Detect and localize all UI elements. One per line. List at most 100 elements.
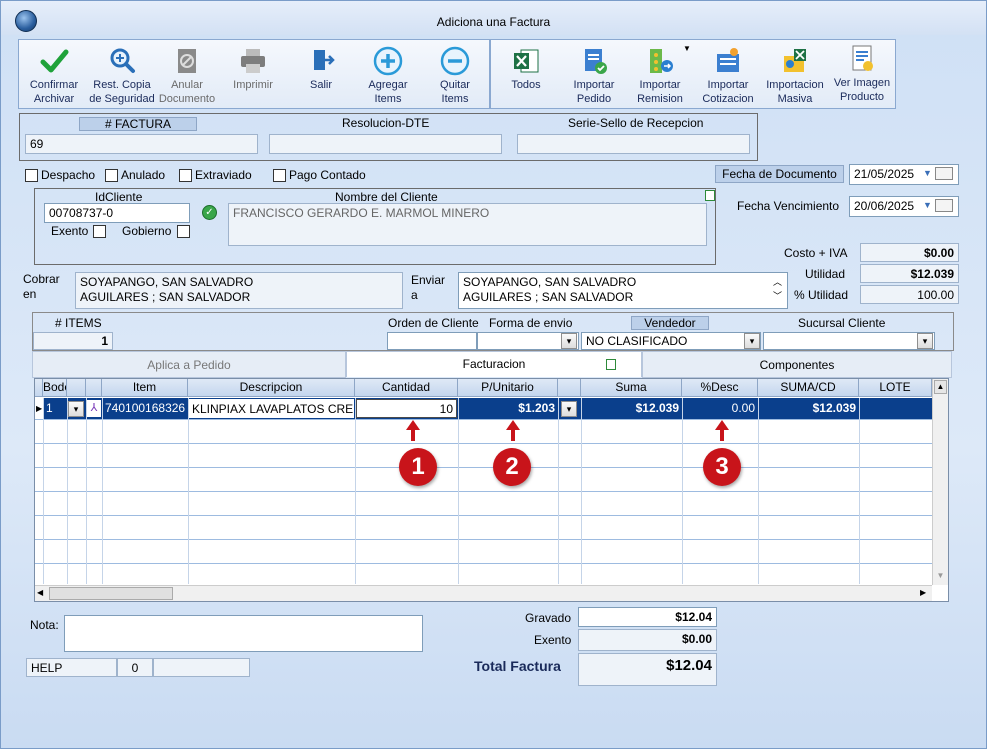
- import-order-button[interactable]: Importar Pedido: [561, 46, 627, 106]
- grid-line: [558, 398, 559, 584]
- grid-horizontal-scrollbar[interactable]: ◀ ▶: [35, 585, 932, 601]
- fecha-vencimiento-label: Fecha Vencimiento: [737, 199, 840, 213]
- extraviado-checkbox[interactable]: [179, 169, 192, 182]
- fecha-documento-label: Fecha de Documento: [715, 165, 844, 183]
- anulado-checkbox[interactable]: [105, 169, 118, 182]
- tab-componentes[interactable]: Componentes: [642, 351, 952, 378]
- despacho-checkbox[interactable]: [25, 169, 38, 182]
- confirm-archive-button[interactable]: Confirmar Archivar: [23, 46, 85, 106]
- cell-descripcion[interactable]: KLINPIAX LAVAPLATOS CREI: [188, 398, 355, 419]
- resolucion-field[interactable]: [269, 134, 502, 154]
- sucursal-select[interactable]: [763, 332, 935, 350]
- client-note-icon[interactable]: [705, 190, 715, 201]
- orden-cliente-field[interactable]: [387, 332, 477, 350]
- idcliente-field[interactable]: 00708737-0: [44, 203, 190, 223]
- cell-cantidad[interactable]: 10: [356, 399, 457, 418]
- horizontal-scroll-thumb[interactable]: [49, 587, 173, 600]
- fecha-documento-dropdown-icon[interactable]: ▼: [923, 168, 932, 178]
- nota-field[interactable]: [64, 615, 423, 652]
- orden-cliente-label: Orden de Cliente: [388, 316, 479, 330]
- tab-facturacion[interactable]: Facturacion: [346, 351, 642, 377]
- cell-lote[interactable]: [859, 398, 932, 419]
- cell-punitario[interactable]: $1.203: [458, 398, 558, 419]
- cell-desc[interactable]: 0.00: [682, 398, 758, 419]
- validate-client-icon[interactable]: ✓: [202, 205, 217, 220]
- remove-items-button[interactable]: Quitar Items: [425, 46, 485, 106]
- enviar-scroll-icon[interactable]: ︿ ﹀: [773, 275, 782, 303]
- bulk-import-label-1: Importacion: [766, 79, 824, 91]
- view-product-image-button[interactable]: Ver Imagen Producto: [829, 44, 895, 104]
- restore-backup-button[interactable]: Rest. Copia de Seguridad: [87, 46, 157, 106]
- fecha-documento-value: 21/05/2025: [854, 167, 915, 181]
- import-remission-button[interactable]: Importar Remision: [627, 46, 693, 106]
- enviar-address-field[interactable]: SOYAPANGO, SAN SALVADRO AGUILARES ; SAN …: [458, 272, 788, 309]
- exento-client-checkbox[interactable]: [93, 225, 106, 238]
- exento-total-value: $0.00: [578, 629, 717, 651]
- col-cantidad[interactable]: Cantidad: [355, 379, 458, 397]
- exento-total-label: Exento: [534, 633, 572, 647]
- restore-label-1: Rest. Copia: [93, 79, 151, 91]
- confirm-label-1: Confirmar: [29, 79, 79, 91]
- col-descripcion[interactable]: Descripcion: [188, 379, 355, 397]
- nombre-cliente-field[interactable]: FRANCISCO GERARDO E. MARMOL MINERO: [228, 203, 707, 246]
- cell-suma-cd[interactable]: $12.039: [758, 398, 859, 419]
- col-bodega[interactable]: Bodega: [43, 379, 67, 397]
- document-header-panel: # FACTURA 69 Resolucion-DTE Serie-Sello …: [19, 113, 758, 161]
- export-all-button[interactable]: Todos: [495, 46, 557, 92]
- cell-item[interactable]: 740100168326: [102, 398, 188, 419]
- window-title: Adiciona una Factura: [436, 15, 551, 29]
- import-order-label-2: Pedido: [576, 93, 612, 105]
- sucursal-dropdown-icon[interactable]: ▾: [917, 333, 933, 349]
- cell-suma[interactable]: $12.039: [581, 398, 682, 419]
- fecha-documento-calendar-icon[interactable]: [935, 167, 953, 180]
- scroll-up-icon[interactable]: ▲: [934, 380, 947, 394]
- factura-number-field[interactable]: 69: [25, 134, 258, 154]
- price-dropdown-icon[interactable]: ▾: [561, 401, 577, 417]
- col-icon[interactable]: [86, 379, 102, 397]
- marker-3: 3: [703, 448, 741, 486]
- col-suma-cd[interactable]: SUMA/CD: [758, 379, 859, 397]
- col-lote[interactable]: LOTE: [859, 379, 932, 397]
- bulk-import-button[interactable]: Importacion Masiva: [763, 46, 827, 106]
- add-items-button[interactable]: Agregar Items: [357, 46, 419, 106]
- vendedor-dropdown-icon[interactable]: ▾: [744, 333, 760, 349]
- view-image-label-2: Producto: [839, 91, 885, 103]
- import-order-label-1: Importar: [573, 79, 615, 91]
- order-bar: # ITEMS 1 Orden de Cliente Forma de envi…: [32, 312, 954, 351]
- pago-contado-checkbox[interactable]: [273, 169, 286, 182]
- col-selector[interactable]: [67, 379, 86, 397]
- print-button[interactable]: Imprimir: [223, 46, 283, 92]
- col-desc[interactable]: %Desc: [682, 379, 758, 397]
- gobierno-checkbox[interactable]: [177, 225, 190, 238]
- fecha-vencimiento-value: 20/06/2025: [854, 199, 915, 213]
- col-suma[interactable]: Suma: [581, 379, 682, 397]
- col-item[interactable]: Item: [102, 379, 188, 397]
- item-lookup-icon[interactable]: ⅄: [87, 400, 101, 417]
- grid-line: [458, 398, 459, 584]
- grid-vertical-scrollbar[interactable]: ▲ ▼: [932, 379, 948, 585]
- fecha-vencimiento-calendar-icon[interactable]: [935, 199, 953, 212]
- tab-aplica-pedido[interactable]: Aplica a Pedido: [32, 351, 346, 378]
- import-quote-label-1: Importar: [707, 79, 749, 91]
- cell-bodega[interactable]: 1: [43, 398, 67, 419]
- scroll-right-icon[interactable]: ▶: [920, 588, 926, 597]
- col-price-selector[interactable]: [558, 379, 581, 397]
- fecha-vencimiento-dropdown-icon[interactable]: ▼: [923, 200, 932, 210]
- cobrar-address-field[interactable]: SOYAPANGO, SAN SALVADRO AGUILARES ; SAN …: [75, 272, 403, 309]
- grid-line: [682, 398, 683, 584]
- remission-dropdown-icon[interactable]: ▼: [683, 44, 691, 53]
- grid-line: [43, 398, 44, 584]
- import-remission-label-2: Remision: [637, 93, 683, 105]
- vendedor-select[interactable]: NO CLASIFICADO: [581, 332, 761, 350]
- enviar-line-2: AGUILARES ; SAN SALVADOR: [463, 290, 634, 304]
- scroll-down-icon[interactable]: ▼: [934, 570, 947, 584]
- scroll-left-icon[interactable]: ◀: [37, 588, 43, 597]
- col-punitario[interactable]: P/Unitario: [458, 379, 558, 397]
- forma-envio-dropdown-icon[interactable]: ▾: [561, 333, 577, 349]
- bodega-dropdown-icon[interactable]: ▾: [68, 401, 84, 417]
- serie-sello-field[interactable]: [517, 134, 750, 154]
- cancel-document-button[interactable]: Anular Documento: [157, 46, 217, 106]
- extraviado-label: Extraviado: [195, 168, 252, 182]
- exit-button[interactable]: Salir: [291, 46, 351, 92]
- import-quote-button[interactable]: Importar Cotizacion: [695, 46, 761, 106]
